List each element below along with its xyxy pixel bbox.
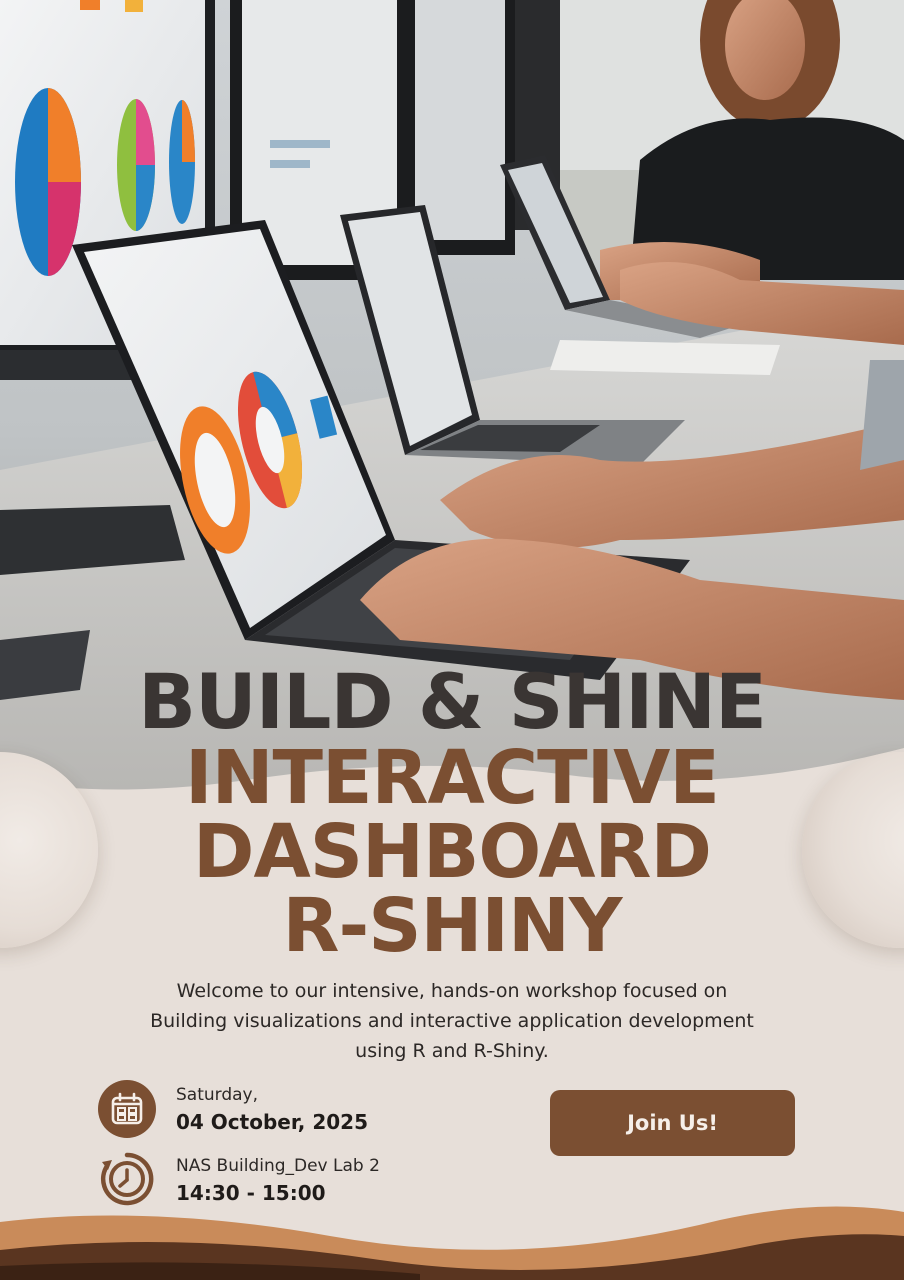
intro-text: Welcome to our intensive, hands-on works… xyxy=(150,980,754,1062)
bottom-wave xyxy=(0,1206,904,1280)
calendar-icon xyxy=(98,1080,156,1138)
event-location: NAS Building_Dev Lab 2 xyxy=(176,1156,380,1176)
title-line-1: INTERACTIVE xyxy=(185,735,720,821)
headline: BUILD & SHINE xyxy=(138,657,767,746)
event-date: 04 October, 2025 xyxy=(176,1110,368,1134)
title-line-2: DASHBOARD xyxy=(193,809,712,895)
event-day: Saturday, xyxy=(176,1085,259,1105)
title-line-3: R-SHINY xyxy=(282,883,623,969)
workshop-poster: BUILD & SHINE INTERACTIVE DASHBOARD R-SH… xyxy=(0,0,904,1280)
join-us-button[interactable]: Join Us! xyxy=(550,1090,795,1156)
